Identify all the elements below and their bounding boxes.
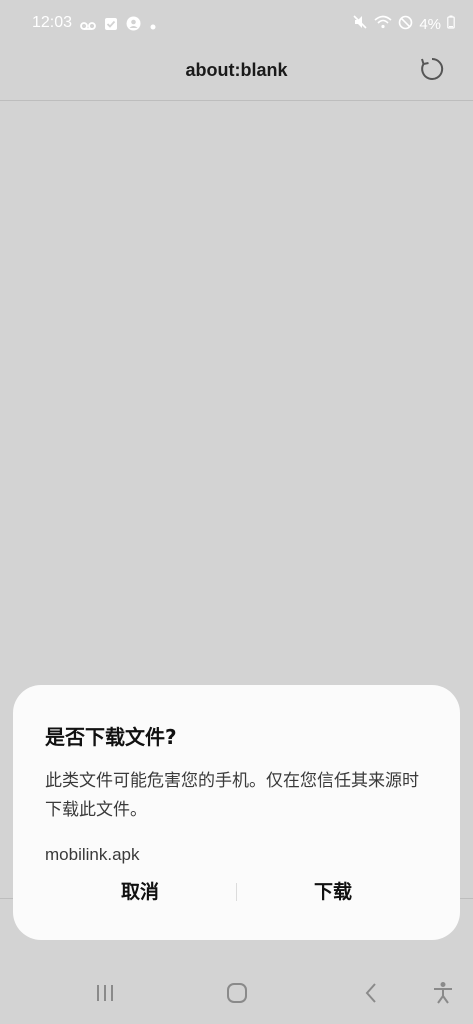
- back-icon: [363, 982, 379, 1008]
- battery-percent: 4%: [419, 15, 441, 33]
- dialog-actions: 取消 下载: [13, 875, 460, 909]
- navigation-bar: [0, 960, 473, 1024]
- recent-apps-icon: [94, 983, 116, 1007]
- cancel-button[interactable]: 取消: [40, 875, 240, 909]
- home-button[interactable]: [222, 980, 252, 1010]
- dialog-title: 是否下载文件?: [45, 725, 177, 749]
- mute-icon: [352, 14, 368, 34]
- refresh-icon: [419, 56, 445, 86]
- browser-header: about:blank: [0, 50, 473, 101]
- download-dialog: 是否下载文件? 此类文件可能危害您的手机。仅在您信任其来源时下载此文件。 mob…: [13, 685, 460, 940]
- voicemail-icon: [80, 16, 96, 35]
- status-right: 4%: [352, 14, 455, 34]
- do-not-disturb-icon: [398, 15, 413, 34]
- page-title: about:blank: [185, 60, 288, 80]
- download-button[interactable]: 下载: [233, 875, 433, 909]
- task-check-icon: [104, 16, 118, 35]
- home-icon: [226, 982, 248, 1008]
- battery-icon: [447, 15, 455, 33]
- dialog-message: 此类文件可能危害您的手机。仅在您信任其来源时下载此文件。: [45, 771, 419, 820]
- account-circle-icon: [126, 16, 141, 35]
- recent-apps-button[interactable]: [90, 980, 120, 1010]
- refresh-button[interactable]: [417, 56, 447, 86]
- accessibility-button[interactable]: [428, 980, 458, 1010]
- dot-icon: [149, 16, 157, 35]
- wifi-icon: [374, 15, 392, 33]
- accessibility-icon: [432, 981, 454, 1009]
- status-time: 12:03: [32, 14, 73, 31]
- dialog-filename: mobilink.apk: [45, 845, 140, 864]
- status-bar: 12:03 4%: [0, 0, 473, 50]
- back-button[interactable]: [356, 980, 386, 1010]
- status-left-icons: [80, 16, 157, 35]
